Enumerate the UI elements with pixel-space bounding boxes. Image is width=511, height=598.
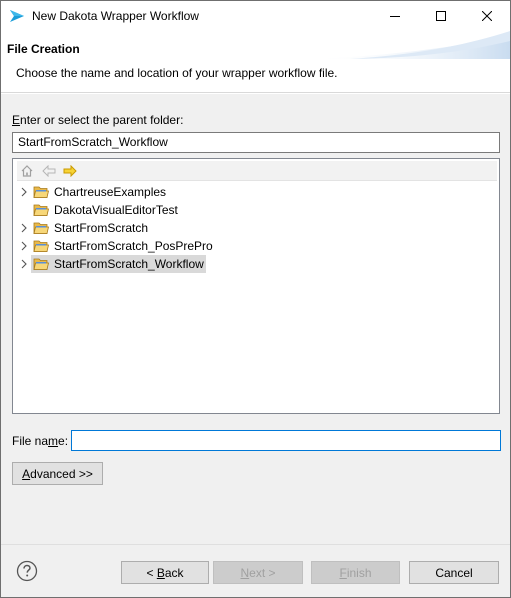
finish-button[interactable]: Finish: [311, 561, 400, 584]
tree-item-label: StartFromScratch: [54, 221, 149, 235]
forward-nav-button[interactable]: [62, 163, 78, 179]
help-icon[interactable]: [16, 560, 38, 582]
maximize-button[interactable]: [418, 1, 464, 31]
banner-decoration: [310, 31, 510, 59]
parent-folder-input[interactable]: StartFromScratch_Workflow: [12, 132, 500, 153]
dialog-window: New Dakota Wrapper Workflow File Creatio…: [0, 0, 511, 598]
next-button[interactable]: Next >: [213, 561, 303, 584]
chevron-right-icon[interactable]: [19, 258, 29, 270]
page-description: Choose the name and location of your wra…: [16, 66, 338, 80]
folder-icon: [33, 204, 49, 216]
file-name-label: File name:: [12, 434, 69, 448]
folder-icon: [33, 186, 49, 198]
app-logo-icon: [10, 10, 24, 22]
button-bar: < Back Next > Finish Cancel: [1, 544, 510, 597]
minimize-icon: [390, 16, 400, 17]
tree-item-label: StartFromScratch_Workflow: [54, 257, 204, 271]
chevron-right-icon[interactable]: [19, 186, 29, 198]
tree-item-label: DakotaVisualEditorTest: [54, 203, 178, 217]
back-button[interactable]: < Back: [121, 561, 209, 584]
chevron-right-icon[interactable]: [19, 240, 29, 252]
window-title: New Dakota Wrapper Workflow: [32, 9, 199, 23]
title-bar[interactable]: New Dakota Wrapper Workflow: [1, 1, 510, 31]
page-title: File Creation: [7, 42, 80, 56]
tree-item[interactable]: ChartreuseExamples: [17, 183, 217, 201]
cancel-button[interactable]: Cancel: [409, 561, 499, 584]
tree-item-selected[interactable]: StartFromScratch_Workflow: [17, 255, 217, 273]
home-button[interactable]: [19, 163, 35, 179]
tree-item[interactable]: DakotaVisualEditorTest: [17, 201, 217, 219]
file-name-input[interactable]: [71, 430, 501, 451]
arrow-left-icon: [42, 165, 56, 177]
wizard-banner: File Creation Choose the name and locati…: [1, 31, 510, 93]
tree-item[interactable]: StartFromScratch: [17, 219, 217, 237]
folder-icon: [33, 222, 49, 234]
chevron-right-icon[interactable]: [19, 222, 29, 234]
main-panel: Enter or select the parent folder: Start…: [1, 94, 510, 544]
back-nav-button[interactable]: [41, 163, 57, 179]
close-button[interactable]: [464, 1, 510, 31]
parent-folder-label: Enter or select the parent folder:: [12, 113, 184, 127]
folder-tree[interactable]: ChartreuseExamples DakotaVisualEditorTes…: [12, 158, 500, 414]
arrow-right-icon: [63, 165, 77, 177]
folder-icon: [33, 240, 49, 252]
advanced-button[interactable]: Advanced >>: [12, 462, 103, 485]
tree-item-label: StartFromScratch_PosPrePro: [54, 239, 213, 253]
close-icon: [482, 11, 492, 21]
minimize-button[interactable]: [372, 1, 418, 31]
maximize-icon: [436, 11, 446, 21]
folder-icon: [33, 258, 49, 270]
tree-toolbar: [17, 161, 497, 181]
tree-item[interactable]: StartFromScratch_PosPrePro: [17, 237, 217, 255]
home-icon: [21, 165, 33, 177]
tree-item-label: ChartreuseExamples: [54, 185, 167, 199]
